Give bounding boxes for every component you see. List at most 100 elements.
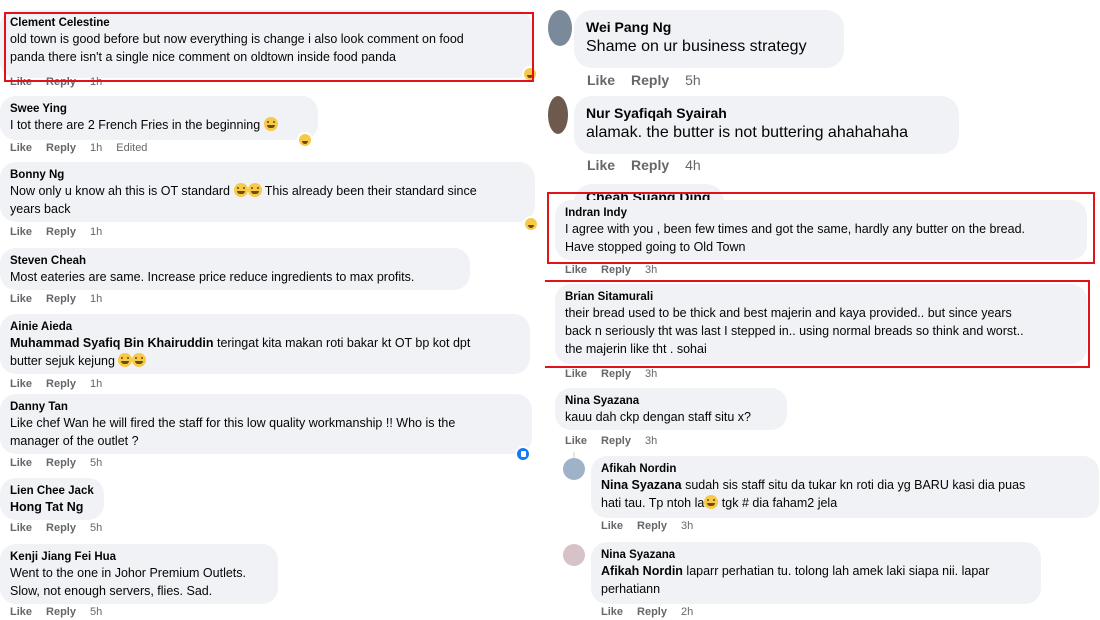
- commenter-name[interactable]: Danny Tan: [10, 400, 522, 414]
- like-button[interactable]: Like: [565, 435, 587, 447]
- comment-time: 5h: [685, 72, 701, 88]
- comment-time: 5h: [89, 457, 103, 469]
- commenter-name[interactable]: Brian Sitamurali: [565, 290, 1077, 304]
- comment-bubble: Nina Syazana kauu dah ckp dengan staff s…: [555, 388, 787, 430]
- emoji-icon: [704, 495, 719, 509]
- commenter-name[interactable]: Lien Chee Jack: [10, 484, 94, 498]
- reply-button[interactable]: Reply: [631, 157, 669, 173]
- commenter-name[interactable]: Kenji Jiang Fei Hua: [10, 550, 268, 564]
- commenter-name[interactable]: Nur Syafiqah Syairah: [586, 104, 947, 122]
- commenter-name[interactable]: Bonny Ng: [10, 168, 525, 182]
- like-button[interactable]: Like: [10, 226, 32, 238]
- right-comment-column: Wei Pang Ng Shame on ur business strateg…: [545, 0, 1100, 620]
- reply-button[interactable]: Reply: [46, 457, 76, 469]
- comment-time: 1h: [89, 142, 103, 154]
- comment-bubble: Kenji Jiang Fei Hua Went to the one in J…: [0, 544, 278, 604]
- like-button[interactable]: Like: [601, 520, 623, 532]
- commenter-name[interactable]: Nina Syazana: [565, 394, 777, 408]
- comment-bubble: Steven Cheah Most eateries are same. Inc…: [0, 248, 470, 290]
- mention-link[interactable]: Nina Syazana: [601, 478, 682, 492]
- commenter-name[interactable]: Nina Syazana: [601, 548, 1031, 562]
- comment-actions: Like Reply 1h: [10, 293, 116, 305]
- edited-label: Edited: [116, 142, 148, 154]
- reply-button[interactable]: Reply: [46, 522, 76, 534]
- comment-actions: Like Reply 3h: [565, 435, 671, 447]
- comment-actions: Like Reply 3h: [601, 520, 707, 532]
- comment-bubble: Danny Tan Like chef Wan he will fired th…: [0, 394, 532, 454]
- reply-button[interactable]: Reply: [46, 226, 76, 238]
- comment-bubble: Nina Syazana Afikah Nordin laparr perhat…: [591, 542, 1041, 604]
- emoji-icon: [247, 183, 262, 197]
- like-button[interactable]: Like: [587, 157, 615, 173]
- comment-actions: Like Reply 3h: [565, 368, 671, 380]
- commenter-name[interactable]: Steven Cheah: [10, 254, 460, 268]
- commenter-name[interactable]: Ainie Aieda: [10, 320, 520, 334]
- commenter-name[interactable]: Indran Indy: [565, 206, 1077, 220]
- like-button[interactable]: Like: [10, 378, 32, 390]
- reply-button[interactable]: Reply: [46, 76, 76, 88]
- comment-actions: Like Reply 1h: [10, 226, 116, 238]
- comment-text: old town is good before but now everythi…: [10, 32, 464, 64]
- comment-text: Nina Syazana sudah sis staff situ da tuk…: [601, 478, 1026, 510]
- like-button[interactable]: Like: [587, 72, 615, 88]
- comment-bubble: Swee Ying I tot there are 2 French Fries…: [0, 96, 318, 140]
- comment-actions: Like Reply 3h: [565, 264, 671, 276]
- comment-text: Went to the one in Johor Premium Outlets…: [10, 566, 246, 598]
- reply-button[interactable]: Reply: [637, 606, 667, 618]
- reply-button[interactable]: Reply: [46, 142, 76, 154]
- like-button[interactable]: Like: [565, 368, 587, 380]
- comment-actions: Like Reply 1h: [10, 76, 116, 88]
- comment-actions: Like Reply 1h: [10, 378, 116, 390]
- like-button[interactable]: Like: [10, 293, 32, 305]
- reply-button[interactable]: Reply: [601, 264, 631, 276]
- avatar[interactable]: [548, 10, 572, 46]
- reply-button[interactable]: Reply: [601, 368, 631, 380]
- like-button[interactable]: Like: [10, 606, 32, 618]
- reply-button[interactable]: Reply: [46, 378, 76, 390]
- comment-bubble: Indran Indy I agree with you , been few …: [555, 200, 1087, 260]
- comment-actions: Like Reply 1h Edited: [10, 142, 161, 154]
- like-button[interactable]: Like: [565, 264, 587, 276]
- avatar[interactable]: [548, 96, 568, 134]
- comment-text: I agree with you , been few times and go…: [565, 222, 1025, 254]
- like-button[interactable]: Like: [10, 76, 32, 88]
- comment-text: Shame on ur business strategy: [586, 38, 807, 55]
- reply-button[interactable]: Reply: [46, 293, 76, 305]
- reply-button[interactable]: Reply: [46, 606, 76, 618]
- comment-time: 5h: [89, 522, 103, 534]
- comment-time: 1h: [89, 293, 103, 305]
- comment-text: kauu dah ckp dengan staff situ x?: [565, 410, 752, 424]
- commenter-name[interactable]: Afikah Nordin: [601, 462, 1089, 476]
- mention-link[interactable]: Afikah Nordin: [601, 564, 683, 578]
- like-button[interactable]: Like: [10, 142, 32, 154]
- haha-reaction-icon[interactable]: [522, 66, 538, 82]
- like-button[interactable]: Like: [601, 606, 623, 618]
- comment-actions: Like Reply 5h: [10, 522, 116, 534]
- reply-button[interactable]: Reply: [637, 520, 667, 532]
- reply-button[interactable]: Reply: [601, 435, 631, 447]
- comment-actions: Like Reply 5h: [10, 457, 116, 469]
- commenter-name[interactable]: Swee Ying: [10, 102, 308, 116]
- comment-bubble: Nur Syafiqah Syairah alamak. the butter …: [574, 96, 959, 154]
- haha-reaction-icon[interactable]: [297, 132, 313, 148]
- mention-link[interactable]: Hong Tat Ng: [10, 498, 94, 516]
- comment-bubble: Brian Sitamurali their bread used to be …: [555, 284, 1087, 364]
- mention-link[interactable]: Muhammad Syafiq Bin Khairuddin: [10, 336, 214, 350]
- comment-bubble: Wei Pang Ng Shame on ur business strateg…: [574, 10, 844, 68]
- reply-button[interactable]: Reply: [631, 72, 669, 88]
- avatar[interactable]: [563, 544, 585, 566]
- commenter-name[interactable]: Clement Celestine: [10, 16, 522, 30]
- comment-actions: Like Reply 5h: [587, 72, 717, 88]
- comment-time: 3h: [680, 520, 694, 532]
- like-button[interactable]: Like: [10, 522, 32, 534]
- like-button[interactable]: Like: [10, 457, 32, 469]
- comment-time: 4h: [685, 157, 701, 173]
- haha-reaction-icon[interactable]: [523, 216, 539, 232]
- comment-text: Muhammad Syafiq Bin Khairuddin teringat …: [10, 336, 471, 368]
- comment-bubble: Bonny Ng Now only u know ah this is OT s…: [0, 162, 535, 222]
- comment-time: 3h: [644, 435, 658, 447]
- commenter-name[interactable]: Wei Pang Ng: [586, 18, 832, 36]
- comment-text: Like chef Wan he will fired the staff fo…: [10, 416, 456, 448]
- like-reaction-icon[interactable]: [515, 446, 531, 462]
- avatar[interactable]: [563, 458, 585, 480]
